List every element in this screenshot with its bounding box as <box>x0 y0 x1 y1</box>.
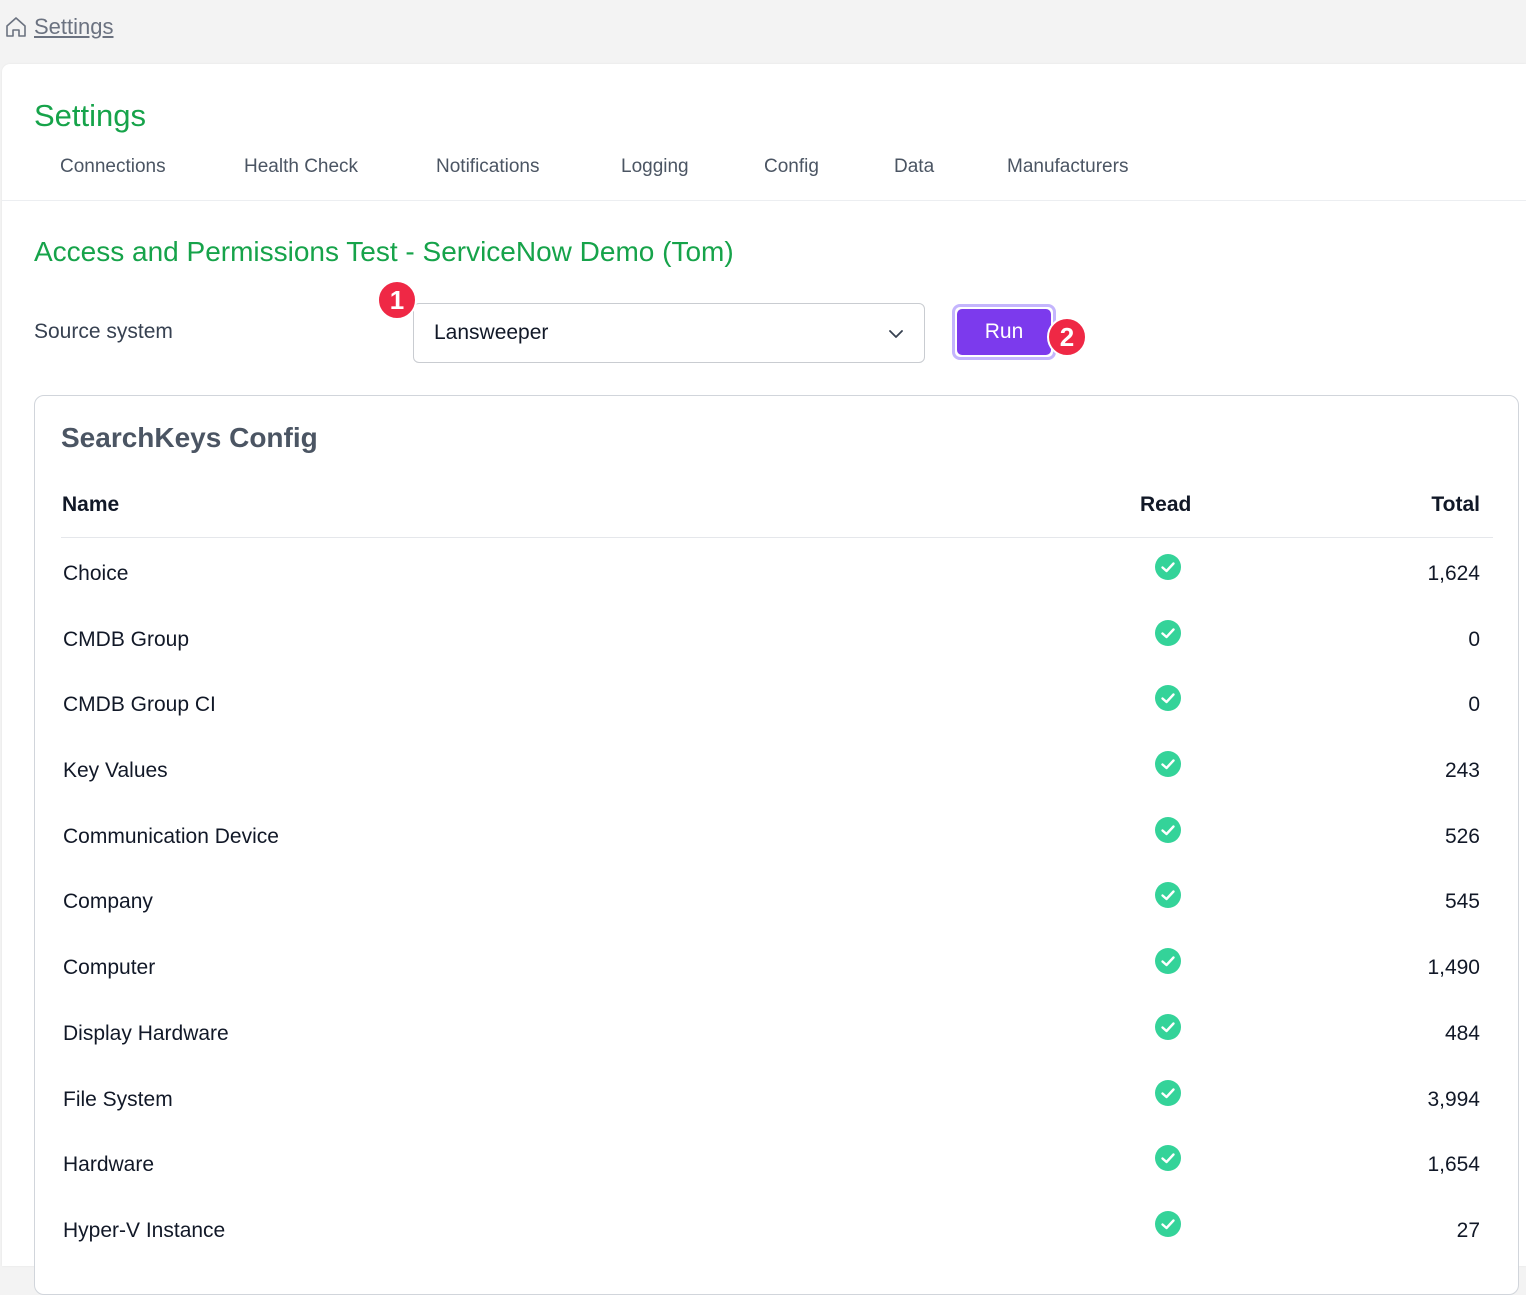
check-circle-icon <box>1155 1013 1181 1040</box>
row-name: Computer <box>63 956 156 980</box>
check-circle-icon <box>1155 751 1181 778</box>
table-row: Computer 1,490 <box>35 932 1518 998</box>
row-total: 3,994 <box>1427 1087 1480 1111</box>
annotation-badge-2: 2 <box>1047 317 1087 357</box>
table-row: Communication Device 526 <box>35 801 1518 867</box>
tab-config[interactable]: Config <box>764 156 819 178</box>
tab-logging[interactable]: Logging <box>621 156 689 178</box>
row-name: Display Hardware <box>63 1021 229 1045</box>
settings-page: Settings Connections Health Check Notifi… <box>2 64 1526 1295</box>
table-body: Choice 1,624 CMDB Group 0 CMDB Group CI … <box>35 538 1518 1261</box>
table-row: Key Values 243 <box>35 735 1518 801</box>
page-title: Settings <box>34 98 147 133</box>
row-name: File System <box>63 1087 173 1111</box>
row-total: 27 <box>1456 1218 1480 1242</box>
table-row: CMDB Group 0 <box>35 604 1518 670</box>
column-header-read: Read <box>1140 493 1192 516</box>
row-total: 1,624 <box>1427 562 1480 585</box>
row-total: 0 <box>1468 693 1480 717</box>
tab-manufacturers[interactable]: Manufacturers <box>1007 156 1128 178</box>
check-circle-icon <box>1155 1145 1181 1172</box>
check-circle-icon <box>1155 882 1181 909</box>
row-name: Choice <box>63 562 129 585</box>
row-total: 545 <box>1444 890 1480 914</box>
row-total: 484 <box>1444 1021 1480 1045</box>
column-header-name: Name <box>62 493 120 516</box>
row-name: CMDB Group CI <box>63 693 216 717</box>
row-name: Company <box>63 890 153 914</box>
row-name: Hyper-V Instance <box>63 1218 226 1242</box>
check-circle-icon <box>1155 685 1181 712</box>
breadcrumb-settings-link[interactable]: Settings <box>34 14 114 40</box>
row-total: 243 <box>1444 759 1480 783</box>
check-circle-icon <box>1155 554 1181 580</box>
check-circle-icon <box>1155 816 1181 843</box>
table-row: Hardware 1,654 <box>35 1129 1518 1195</box>
row-name: CMDB Group <box>63 627 190 651</box>
column-header-total: Total <box>1431 493 1480 516</box>
table-row: Choice 1,624 <box>35 538 1518 604</box>
tab-data[interactable]: Data <box>894 156 934 178</box>
row-name: Key Values <box>63 759 168 783</box>
tab-health-check[interactable]: Health Check <box>244 156 358 178</box>
row-total: 526 <box>1444 824 1480 848</box>
searchkeys-config-card: SearchKeys Config Name Read Total Choice… <box>34 395 1519 1295</box>
tab-connections[interactable]: Connections <box>60 156 166 178</box>
table-row: Company 545 <box>35 866 1518 932</box>
run-button[interactable]: Run <box>957 309 1051 355</box>
table-row: File System 3,994 <box>35 1064 1518 1130</box>
check-circle-icon <box>1155 1210 1181 1237</box>
table-row: CMDB Group CI 0 <box>35 669 1518 735</box>
row-total: 0 <box>1468 627 1480 651</box>
chevron-down-icon <box>889 330 903 338</box>
card-title: SearchKeys Config <box>61 422 318 453</box>
check-circle-icon <box>1155 1079 1181 1106</box>
source-system-label: Source system <box>34 320 173 343</box>
section-title: Access and Permissions Test - ServiceNow… <box>34 236 734 267</box>
table-row: Hyper-V Instance 27 <box>35 1195 1518 1261</box>
settings-tabs: Connections Health Check Notifications L… <box>2 152 1526 201</box>
row-total: 1,654 <box>1427 1153 1480 1177</box>
tab-notifications[interactable]: Notifications <box>436 156 540 178</box>
source-system-select[interactable]: Lansweeper <box>413 303 925 363</box>
table-row: Display Hardware 484 <box>35 998 1518 1064</box>
breadcrumb: Settings <box>4 14 114 40</box>
check-circle-icon <box>1155 619 1181 646</box>
row-total: 1,490 <box>1427 956 1480 980</box>
check-circle-icon <box>1155 948 1181 975</box>
row-name: Communication Device <box>63 824 279 848</box>
source-system-value: Lansweeper <box>434 321 549 344</box>
home-icon <box>6 17 26 37</box>
annotation-badge-1: 1 <box>377 280 417 320</box>
row-name: Hardware <box>63 1153 155 1177</box>
